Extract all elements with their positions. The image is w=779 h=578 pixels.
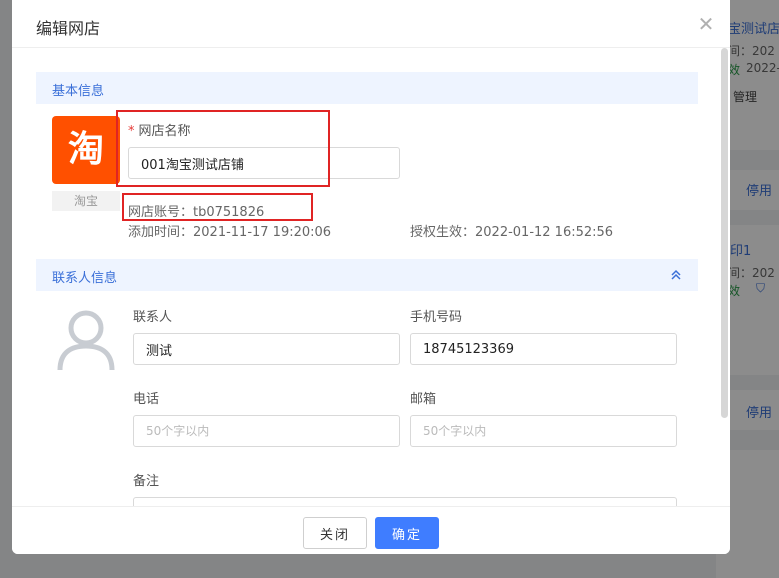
dialog-footer: 关闭 确定	[12, 506, 730, 554]
contact-input[interactable]	[133, 333, 400, 365]
highlight-box-shop-account	[122, 193, 313, 221]
basic-info-title: 基本信息	[52, 84, 105, 99]
contact-info-title: 联系人信息	[52, 271, 118, 286]
dialog-scrollbar[interactable]	[721, 48, 728, 418]
highlight-box-shop-name	[116, 110, 330, 187]
phone-label: 电话	[133, 392, 160, 407]
mobile-label: 手机号码	[410, 310, 463, 325]
close-button[interactable]: 关闭	[303, 517, 367, 549]
dialog-body: 基本信息 淘 淘宝 *网店名称 网店账号：tb0751826 添加时间：2021…	[12, 48, 730, 506]
contact-info-section-header[interactable]: 联系人信息	[36, 259, 698, 291]
edit-shop-dialog: 编辑网店 ✕ 基本信息 淘 淘宝 *网店名称 网店账号：tb0751826 添加…	[12, 0, 730, 554]
dialog-header: 编辑网店 ✕	[12, 0, 730, 48]
confirm-button[interactable]: 确定	[375, 517, 439, 549]
dialog-title: 编辑网店	[36, 19, 101, 38]
taobao-logo: 淘	[52, 116, 120, 184]
close-icon[interactable]: ✕	[695, 13, 717, 35]
remark-textarea[interactable]	[133, 497, 677, 506]
phone-input[interactable]	[133, 415, 400, 447]
email-label: 邮箱	[410, 392, 437, 407]
platform-caption: 淘宝	[52, 191, 120, 211]
email-input[interactable]	[410, 415, 677, 447]
auth-effective-text: 授权生效：2022-01-12 16:52:56	[410, 225, 614, 240]
contact-label: 联系人	[133, 310, 173, 325]
avatar-icon	[57, 310, 115, 371]
remark-label: 备注	[133, 474, 160, 489]
added-time-text: 添加时间：2021-11-17 19:20:06	[128, 225, 332, 240]
basic-info-section-header: 基本信息	[36, 72, 698, 104]
chevron-double-up-icon[interactable]	[668, 267, 684, 283]
mobile-input[interactable]	[410, 333, 677, 365]
